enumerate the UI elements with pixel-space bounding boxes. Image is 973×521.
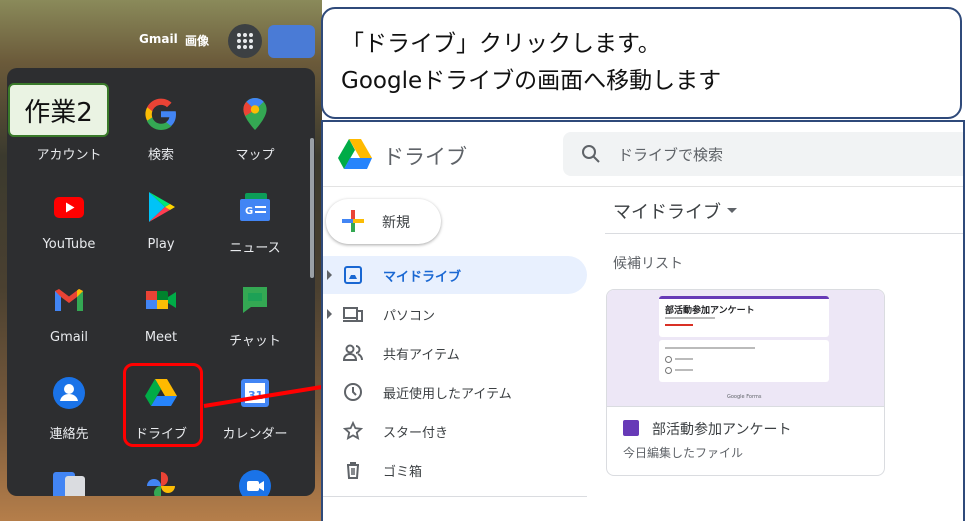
nav-label: マイドライブ <box>383 270 462 285</box>
app-label: チャット <box>229 334 281 349</box>
suggested-heading: 候補リスト <box>613 256 683 272</box>
nav-shared[interactable]: 共有アイテム <box>323 334 587 372</box>
app-label: Meet <box>144 330 178 345</box>
nav-starred[interactable]: スター付き <box>323 412 587 450</box>
thumb-title: 部活動参加アンケート <box>665 306 755 316</box>
drive-window: ドライブ ドライブで検索 新規 マイドライブ パソコン 共有アイテム 最近使用し… <box>321 120 965 521</box>
nav-label: 最近使用したアイテム <box>383 387 512 402</box>
instruction-callout: 「ドライブ」クリックします。 Googleドライブの画面へ移動します <box>321 7 962 119</box>
form-question-preview <box>659 340 829 382</box>
drive-title: ドライブ <box>383 145 467 169</box>
computer-icon <box>343 307 363 322</box>
drive-logo-icon <box>338 139 372 169</box>
new-button-label: 新規 <box>382 215 410 231</box>
app-label: YouTube <box>42 237 96 252</box>
photos-icon[interactable] <box>143 468 179 496</box>
youtube-icon <box>54 197 84 218</box>
nav-label: パソコン <box>383 309 436 324</box>
form-header-preview: 部活動参加アンケート <box>659 296 829 337</box>
app-label: ニュース <box>229 241 281 256</box>
nav-trash[interactable]: ゴミ箱 <box>323 451 587 489</box>
shared-icon <box>343 344 363 361</box>
gmail-icon <box>55 289 83 311</box>
google-top-bar: Gmail 画像 <box>0 0 322 66</box>
main-divider <box>605 233 963 234</box>
drive-highlight-box <box>123 363 203 447</box>
play-icon <box>149 192 175 222</box>
chat-icon <box>243 287 267 313</box>
trash-icon <box>347 462 359 479</box>
nav-label: 共有アイテム <box>383 348 460 363</box>
file-card[interactable]: 部活動参加アンケート Google Forms 部活動参加アンケート 今日編集し… <box>606 289 885 476</box>
file-name: 部活動参加アンケート <box>652 422 792 438</box>
callout-line-1: 「ドライブ」クリックします。 <box>341 31 661 57</box>
sidebar-divider <box>323 496 587 497</box>
account-avatar[interactable] <box>268 25 315 58</box>
thumb-brand: Google Forms <box>727 394 762 400</box>
meet-icon <box>146 291 176 309</box>
search-icon <box>582 145 600 163</box>
apps-grid-button[interactable] <box>228 24 262 58</box>
nav-my-drive[interactable]: マイドライブ <box>323 256 587 294</box>
forms-icon <box>623 420 639 436</box>
app-label: Play <box>147 237 175 252</box>
images-link[interactable]: 画像 <box>185 32 209 49</box>
plus-icon <box>342 210 364 232</box>
scrollbar[interactable] <box>310 138 314 278</box>
nav-label: スター付き <box>383 426 449 441</box>
nav-recent[interactable]: 最近使用したアイテム <box>323 373 587 411</box>
duo-icon[interactable] <box>237 468 273 496</box>
app-label: Gmail <box>50 330 88 345</box>
google-search-icon <box>145 98 176 130</box>
app-label: カレンダー <box>222 427 288 442</box>
recent-icon <box>344 383 362 401</box>
app-label: 連絡先 <box>49 427 89 442</box>
new-button[interactable]: 新規 <box>326 199 441 244</box>
chevron-down-icon[interactable] <box>727 208 737 213</box>
app-label: マップ <box>235 148 275 163</box>
expand-arrow-icon[interactable] <box>327 270 332 280</box>
gmail-link[interactable]: Gmail <box>139 32 178 46</box>
translate-icon[interactable] <box>51 468 87 496</box>
app-label: 検索 <box>147 148 174 163</box>
main-title-my-drive[interactable]: マイドライブ <box>613 198 721 224</box>
app-label: アカウント <box>36 148 102 163</box>
nav-computers[interactable]: パソコン <box>323 295 587 333</box>
svg-text:G: G <box>245 206 253 217</box>
my-drive-icon <box>344 266 362 284</box>
news-icon: G <box>240 193 270 221</box>
step-tag: 作業2 <box>8 83 109 137</box>
search-input[interactable]: ドライブで検索 <box>618 144 723 165</box>
maps-icon <box>243 98 267 130</box>
star-icon <box>343 421 363 440</box>
file-subtitle: 今日編集したファイル <box>623 446 744 460</box>
file-thumbnail: 部活動参加アンケート Google Forms <box>607 290 884 407</box>
contacts-icon <box>53 377 85 409</box>
expand-arrow-icon[interactable] <box>327 309 332 319</box>
search-bar[interactable]: ドライブで検索 <box>563 132 963 176</box>
callout-line-2: Googleドライブの画面へ移動します <box>341 68 722 94</box>
nav-label: ゴミ箱 <box>383 465 423 480</box>
drive-header: ドライブ ドライブで検索 <box>323 122 963 187</box>
